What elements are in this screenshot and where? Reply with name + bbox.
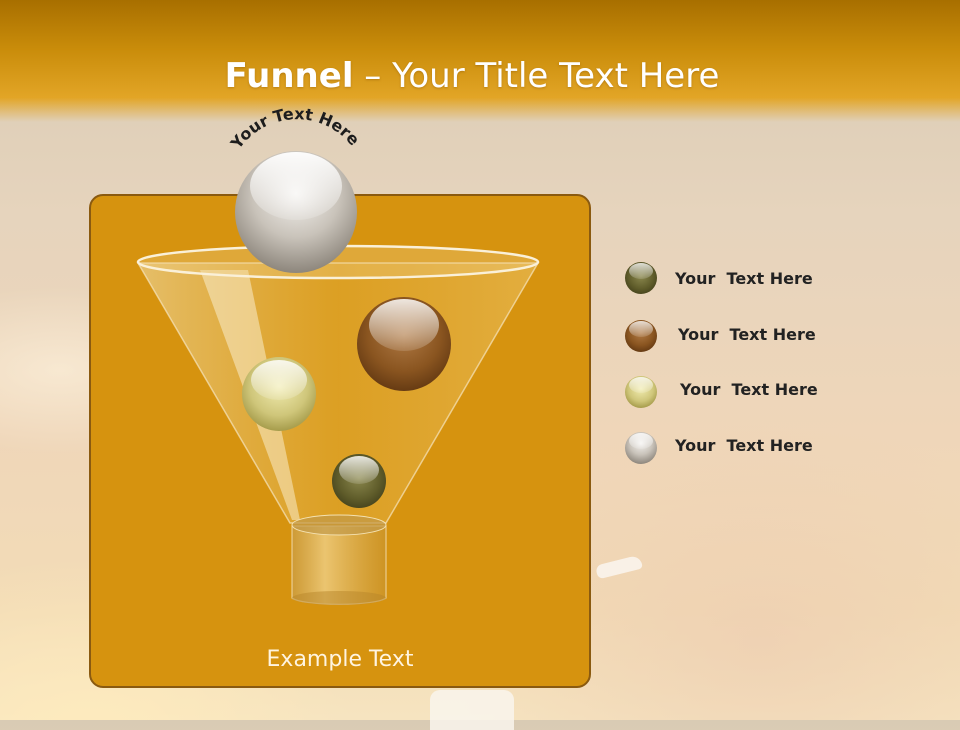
legend-bullet-2: [625, 320, 657, 352]
arc-caption: Your Text Here: [226, 104, 363, 153]
arc-caption-text: Your Text Here: [226, 104, 363, 153]
ball-yellow: [242, 357, 316, 431]
ball-silver-top: [235, 151, 357, 273]
legend-bullet-3: [625, 376, 657, 408]
funnel-spout-top: [291, 514, 387, 536]
example-text: Example Text: [266, 647, 414, 672]
legend-bullet-1: [625, 262, 657, 294]
legend-bullet-4: [625, 432, 657, 464]
legend-label-3: Your Text Here: [680, 380, 818, 399]
ball-olive: [332, 454, 386, 508]
ball-brown: [357, 297, 451, 391]
legend-label-4: Your Text Here: [675, 436, 813, 455]
funnel-spout-bottom: [292, 591, 386, 605]
legend-label-2: Your Text Here: [678, 325, 816, 344]
legend-label-1: Your Text Here: [675, 269, 813, 288]
funnel-diagram: Your Text Here: [136, 104, 657, 605]
